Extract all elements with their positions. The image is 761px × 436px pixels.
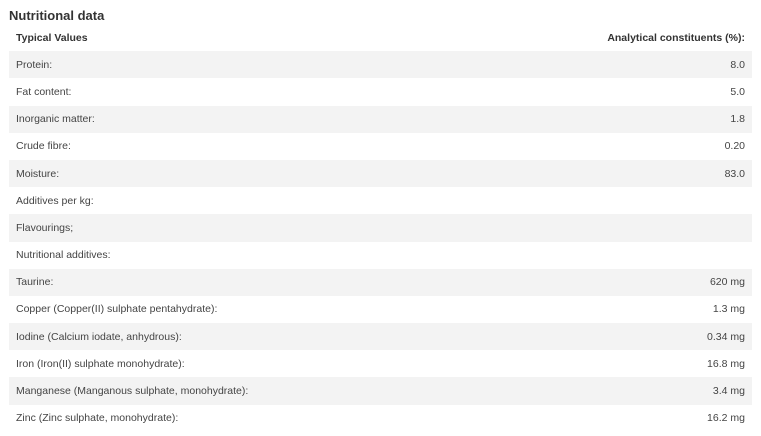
table-row: Flavourings; [9,214,752,242]
row-label: Iodine (Calcium iodate, anhydrous): [9,323,530,351]
header-analytical-constituents: Analytical constituents (%): [607,31,745,44]
table-row: Moisture: 83.0 [9,159,752,188]
row-value: 0.34 mg [529,323,752,351]
row-label: Copper (Copper(II) sulphate pentahydrate… [9,295,530,324]
table-header-row: Typical Values Analytical constituents (… [9,24,752,51]
row-label: Manganese (Manganous sulphate, monohydra… [9,377,530,405]
table-row: Crude fibre: 0.20 [9,132,752,160]
row-value: 16.8 mg [529,350,752,378]
row-value [529,187,752,215]
table-row: Copper (Copper(II) sulphate pentahydrate… [9,295,752,324]
row-value: 1.8 [529,105,752,133]
section-title: Nutritional data [9,8,105,23]
nutrition-table: Typical Values Analytical constituents (… [9,24,752,432]
row-value: 16.2 mg [529,404,752,432]
table-row: Taurine: 620 mg [9,268,752,296]
row-label: Moisture: [9,159,530,188]
table-row: Protein: 8.0 [9,51,752,79]
row-label: Flavourings; [9,214,530,242]
table-row: Iodine (Calcium iodate, anhydrous): 0.34 … [9,323,752,351]
table-row: Zinc (Zinc sulphate, monohydrate): 16.2 m… [9,404,752,432]
row-label: Iron (Iron(II) sulphate monohydrate): [9,350,530,378]
row-value: 83.0 [529,159,752,188]
row-label: Fat content: [9,78,530,106]
row-value: 1.3 mg [529,295,752,324]
row-value: 3.4 mg [529,377,752,405]
table-row: Iron (Iron(II) sulphate monohydrate): 16.… [9,350,752,378]
table-row: Fat content: 5.0 [9,78,752,106]
table-row: Nutritional additives: [9,241,752,269]
row-value: 620 mg [529,268,752,296]
row-label: Taurine: [9,268,530,296]
row-label: Additives per kg: [9,187,530,215]
table-row: Additives per kg: [9,187,752,215]
row-label: Zinc (Zinc sulphate, monohydrate): [9,404,530,432]
row-label: Crude fibre: [9,132,530,160]
row-label: Nutritional additives: [9,241,530,269]
row-value: 5.0 [529,78,752,106]
row-value [529,214,752,242]
row-value: 0.20 [529,132,752,160]
row-value: 8.0 [529,51,752,79]
table-row: Inorganic matter: 1.8 [9,105,752,133]
row-value [529,241,752,269]
row-label: Protein: [9,51,530,79]
table-row: Manganese (Manganous sulphate, monohydra… [9,377,752,405]
header-typical-values: Typical Values [16,31,88,44]
row-label: Inorganic matter: [9,105,530,133]
